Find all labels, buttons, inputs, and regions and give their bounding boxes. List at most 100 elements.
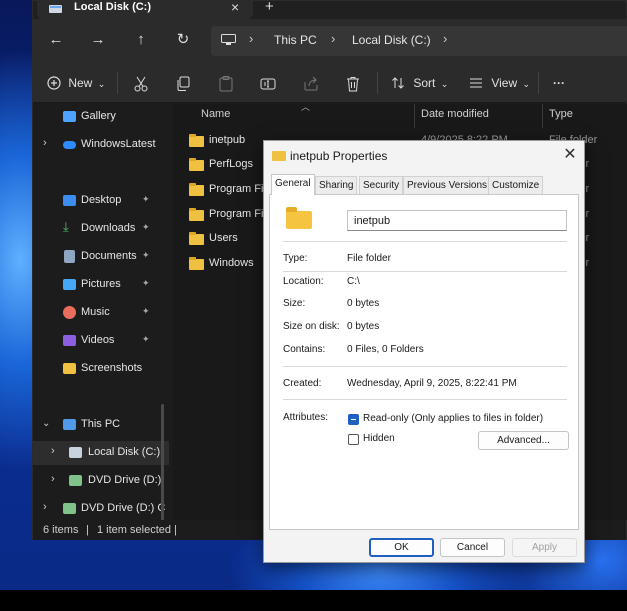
tab-previous-versions[interactable]: Previous Versions	[403, 176, 492, 194]
pin-icon: ✦	[142, 250, 150, 260]
sidebar-item-label: Gallery	[81, 110, 116, 122]
refresh-icon[interactable]: ↻	[171, 29, 195, 51]
sidebar-item-label: DVD Drive (D:)	[88, 474, 162, 486]
sidebar-item-label: This PC	[81, 418, 121, 430]
contains-value: 0 Files, 0 Folders	[347, 344, 424, 355]
chevron-right-icon[interactable]: ›	[43, 501, 47, 513]
tab-customize[interactable]: Customize	[488, 176, 544, 194]
file-name: PerfLogs	[209, 158, 254, 170]
column-header-name[interactable]: Name	[201, 108, 230, 120]
status-separator: |	[174, 524, 177, 536]
sidebar-item-label: Music	[81, 306, 110, 318]
hidden-checkbox[interactable]	[348, 434, 359, 445]
sidebar-item-dvd-drive-c[interactable]: › DVD Drive (D:) C	[33, 497, 169, 520]
close-icon[interactable]: ✕	[560, 145, 580, 165]
sidebar-item-videos[interactable]: Videos ✦	[33, 329, 169, 353]
chevron-down-icon: ⌄	[97, 79, 106, 89]
size-value: 0 bytes	[347, 298, 380, 309]
chevron-down-icon[interactable]: ⌄	[42, 418, 50, 429]
dialog-tabs: General Sharing Security Previous Versio…	[269, 174, 579, 195]
sidebar-item-dvd-drive[interactable]: › DVD Drive (D:)	[33, 469, 169, 493]
attributes-label: Attributes:	[283, 412, 329, 423]
sidebar-item-windowslatest[interactable]: › WindowsLatest	[33, 133, 169, 157]
folder-name-input[interactable]	[347, 210, 567, 231]
item-count: 6 items	[43, 524, 79, 536]
paste-icon[interactable]	[219, 75, 233, 93]
column-header-date[interactable]: Date modified	[421, 108, 489, 120]
pin-icon: ✦	[142, 278, 150, 288]
copy-icon[interactable]	[176, 75, 190, 93]
size-label: Size:	[283, 298, 306, 309]
sidebar-scrollbar[interactable]	[161, 404, 164, 520]
drive-icon	[49, 5, 62, 13]
more-options-icon[interactable]: ···	[553, 74, 565, 92]
ok-button[interactable]: OK	[369, 538, 434, 557]
folder-icon	[286, 207, 312, 229]
sidebar-item-pictures[interactable]: Pictures ✦	[33, 273, 169, 297]
sidebar-item-gallery[interactable]: Gallery	[33, 105, 169, 129]
breadcrumb-local-disk[interactable]: Local Disk (C:)	[352, 33, 431, 47]
size-on-disk-value: 0 bytes	[347, 321, 380, 332]
plus-circle-icon	[47, 76, 61, 90]
view-button[interactable]: View ⌄	[469, 74, 530, 92]
sort-icon	[392, 77, 404, 89]
advanced-button[interactable]: Advanced...	[478, 431, 569, 450]
address-row: ← → ↑ ↻ › This PC › Local Disk (C:) ›	[33, 19, 627, 63]
divider	[283, 241, 567, 242]
command-bar: New ⌄ Sort ⌄ View ⌄ ···	[33, 63, 626, 103]
tab-general[interactable]: General	[271, 174, 315, 195]
general-tab-panel: Type: File folder Location: C:\ Size: 0 …	[269, 194, 579, 530]
sidebar-item-screenshots[interactable]: Screenshots	[33, 357, 169, 381]
dialog-title: inetpub Properties	[290, 149, 388, 163]
column-header-type[interactable]: Type	[549, 108, 573, 120]
new-tab-icon[interactable]: +	[265, 0, 274, 15]
sidebar-item-this-pc[interactable]: ⌄ This PC	[33, 413, 169, 437]
apply-button[interactable]: Apply	[512, 538, 577, 557]
folder-icon	[189, 134, 204, 147]
dialog-titlebar[interactable]: inetpub Properties ✕	[264, 141, 584, 171]
tab-sharing[interactable]: Sharing	[315, 176, 358, 194]
properties-dialog: inetpub Properties ✕ General Sharing Sec…	[263, 140, 585, 563]
tab-security[interactable]: Security	[359, 176, 404, 194]
back-arrow-icon[interactable]: ←	[44, 29, 68, 51]
new-button[interactable]: New ⌄	[47, 74, 105, 92]
contains-label: Contains:	[283, 344, 326, 355]
column-divider[interactable]	[414, 104, 415, 128]
dvd-drive-icon	[69, 475, 82, 486]
chevron-right-icon[interactable]: ›	[51, 445, 55, 457]
tab-local-disk[interactable]: Local Disk (C:) ×	[37, 0, 253, 19]
gallery-icon	[63, 111, 76, 122]
pin-icon: ✦	[142, 306, 150, 316]
breadcrumb-expand-icon[interactable]: ›	[443, 31, 447, 46]
cut-icon[interactable]	[134, 75, 148, 93]
rename-icon[interactable]	[260, 75, 276, 93]
folder-icon	[272, 151, 286, 161]
column-divider[interactable]	[542, 104, 543, 128]
sidebar-item-documents[interactable]: Documents ✦	[33, 245, 169, 269]
sidebar-item-downloads[interactable]: ⤓ Downloads ✦	[33, 217, 169, 241]
chevron-right-icon[interactable]: ›	[51, 473, 55, 485]
sidebar-item-music[interactable]: Music ✦	[33, 301, 169, 325]
share-icon[interactable]	[303, 75, 319, 93]
view-icon	[470, 78, 482, 88]
desktop-icon	[63, 195, 76, 206]
created-value: Wednesday, April 9, 2025, 8:22:41 PM	[347, 378, 517, 389]
toolbar-divider	[117, 72, 118, 94]
breadcrumb-separator-icon: ›	[249, 31, 254, 46]
sidebar-item-local-disk[interactable]: › Local Disk (C:)	[33, 441, 169, 465]
sidebar-item-desktop[interactable]: Desktop ✦	[33, 189, 169, 213]
sort-button[interactable]: Sort ⌄	[391, 74, 448, 92]
forward-arrow-icon[interactable]: →	[86, 29, 110, 51]
breadcrumb-this-pc[interactable]: This PC	[274, 33, 317, 47]
up-arrow-icon[interactable]: ↑	[129, 29, 153, 51]
readonly-checkbox[interactable]	[348, 414, 359, 425]
address-bar[interactable]: › This PC › Local Disk (C:) ›	[211, 26, 627, 56]
cancel-button[interactable]: Cancel	[440, 538, 505, 557]
chevron-right-icon[interactable]: ›	[43, 137, 47, 149]
close-tab-icon[interactable]: ×	[231, 0, 239, 15]
delete-icon[interactable]	[346, 75, 360, 93]
chevron-down-icon: ⌄	[440, 79, 449, 89]
folder-icon	[189, 158, 204, 171]
tab-label: Local Disk (C:)	[74, 1, 152, 13]
pin-icon: ✦	[142, 334, 150, 344]
